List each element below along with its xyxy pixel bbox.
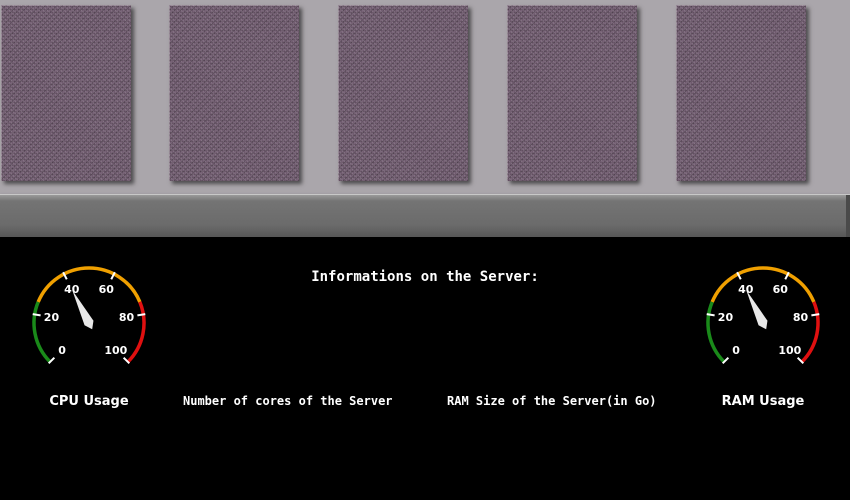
ram-gauge-dial: 0 20 40 60 80 100 — [706, 266, 820, 365]
server-cores-label: Number of cores of the Server — [183, 394, 393, 408]
gauge-needle — [72, 290, 94, 330]
cpu-gauge-dial: 0 20 40 60 80 100 — [32, 266, 146, 365]
gauge-zone-arc — [710, 266, 816, 303]
gauge-zone-arc — [36, 266, 142, 303]
server-info-title: Informations on the Server: — [311, 269, 539, 285]
gauge-tick-label: 80 — [793, 311, 809, 324]
gauge-needle — [746, 290, 768, 330]
server-panel[interactable] — [676, 5, 806, 181]
server-ram-size-label: RAM Size of the Server(in Go) — [447, 394, 657, 408]
gauge-tick-label: 40 — [738, 283, 754, 296]
server-panel[interactable] — [1, 5, 131, 181]
gauge-tick — [811, 313, 820, 317]
divider-bar-cap — [846, 195, 850, 237]
ram-usage-label: RAM Usage — [721, 394, 805, 409]
gauge-tick-label: 0 — [732, 344, 740, 357]
cpu-usage-label: CPU Usage — [49, 394, 129, 409]
gauge-tick — [32, 313, 41, 317]
gauge-tick-label: 60 — [99, 283, 115, 296]
gauge-tick-label: 100 — [104, 344, 127, 357]
gauge-tick — [137, 313, 146, 317]
server-rack-area — [0, 0, 850, 194]
gauge-tick-label: 20 — [718, 311, 734, 324]
gauge-tick — [706, 313, 715, 317]
gauge-tick-label: 60 — [773, 283, 789, 296]
gauge-tick-label: 0 — [58, 344, 66, 357]
ram-usage-gauge: 0 20 40 60 80 100 — [698, 258, 828, 388]
server-panel[interactable] — [169, 5, 299, 181]
gauge-tick-label: 40 — [64, 283, 80, 296]
cpu-usage-gauge: 0 20 40 60 80 100 — [24, 258, 154, 388]
server-panel[interactable] — [338, 5, 468, 181]
gauge-tick-label: 20 — [44, 311, 60, 324]
gauge-tick-label: 80 — [119, 311, 135, 324]
gauge-tick-label: 100 — [778, 344, 801, 357]
divider-bar — [0, 194, 850, 237]
server-panel[interactable] — [507, 5, 637, 181]
